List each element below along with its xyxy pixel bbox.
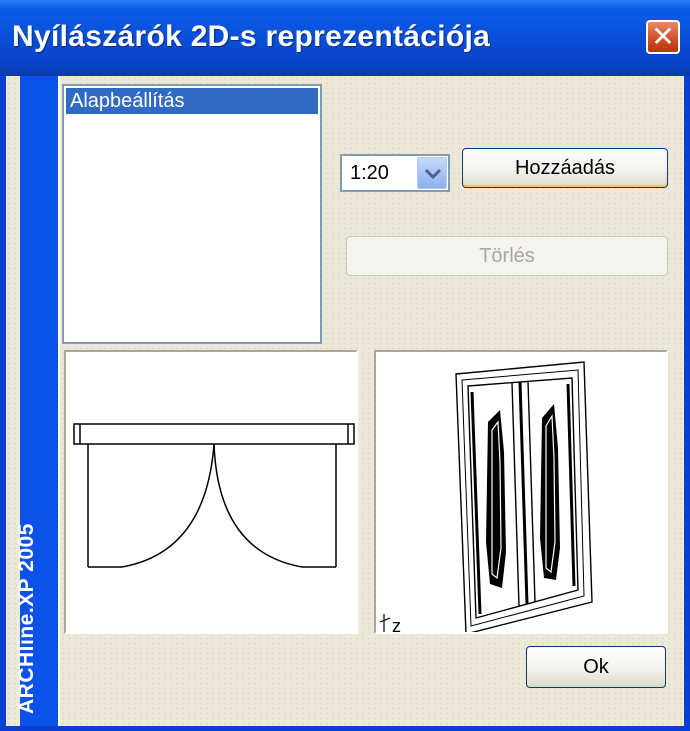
axis-label: z bbox=[392, 616, 401, 632]
dialog-window: Nyílászárók 2D-s reprezentációja ✕ ARCHl… bbox=[0, 0, 690, 731]
scale-value: 1:20 bbox=[350, 162, 389, 184]
delete-button[interactable]: Törlés bbox=[346, 236, 668, 276]
brand-label: ARCHline.XP 2005 bbox=[15, 523, 38, 714]
representation-listbox[interactable]: Alapbeállítás bbox=[62, 84, 322, 344]
window-title: Nyílászárók 2D-s reprezentációja bbox=[12, 20, 491, 53]
scale-select[interactable]: 1:20 bbox=[340, 154, 450, 192]
add-button[interactable]: Hozzáadás bbox=[462, 148, 668, 188]
brand-sidebar: ARCHline.XP 2005 bbox=[15, 76, 60, 726]
title-bar[interactable]: Nyílászárók 2D-s reprezentációja ✕ bbox=[0, 0, 690, 76]
list-item[interactable]: Alapbeállítás bbox=[66, 88, 318, 114]
chevron-down-icon bbox=[424, 168, 442, 180]
scale-dropdown-button[interactable] bbox=[417, 157, 447, 189]
ok-button[interactable]: Ok bbox=[526, 646, 666, 688]
close-icon: ✕ bbox=[651, 20, 675, 53]
close-button[interactable]: ✕ bbox=[646, 20, 680, 54]
3d-preview: z bbox=[374, 350, 668, 636]
plan-preview bbox=[64, 350, 358, 634]
door-3d-drawing: z bbox=[379, 361, 593, 636]
door-plan-drawing bbox=[73, 423, 355, 568]
dialog-body: ARCHline.XP 2005 Alapbeállítás 1:20 Hozz… bbox=[6, 76, 684, 726]
